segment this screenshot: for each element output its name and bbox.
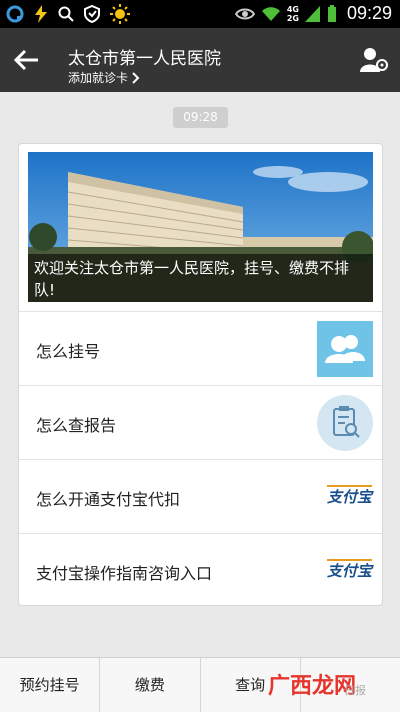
alipay-logo: 支付宝 [326,559,372,581]
battery-icon [327,4,336,22]
tab-payment[interactable]: 缴费 [100,658,201,712]
watermark: 广西龙网 [268,674,357,699]
alipay-logo-text: 支付宝 [326,485,372,506]
tab-appointment[interactable]: 预约挂号 [0,658,101,712]
network-type: 4G 2G [287,5,299,23]
wifi-icon [261,6,280,21]
menu-item-alipay-setup[interactable]: 怎么开通支付宝代扣 支付宝 [19,459,382,533]
chevron-right-icon [132,71,140,84]
signal-icon [304,5,320,22]
nav-bar: 太仓市第一人民医院 添加就诊卡 [0,28,400,92]
menu-item-report[interactable]: 怎么查报告 [19,385,382,459]
profile-settings-icon[interactable] [360,46,388,74]
banner-caption: 欢迎关注太仓市第一人民医院，挂号、缴费不排队! [28,254,373,302]
menu-item-label: 怎么开通支付宝代扣 [36,490,181,509]
user-group-icon [317,321,373,377]
search-icon [58,6,74,22]
add-card-label: 添加就诊卡 [68,71,129,85]
menu-item-alipay-guide[interactable]: 支付宝操作指南咨询入口 支付宝 [19,533,382,605]
add-card-link[interactable]: 添加就诊卡 [68,69,140,86]
sun-icon [110,4,130,24]
alipay-logo: 支付宝 [326,485,372,507]
menu-item-label: 怎么挂号 [36,342,101,361]
menu-item-label: 支付宝操作指南咨询入口 [36,564,213,583]
clipboard-search-icon [317,395,373,451]
article-card: 欢迎关注太仓市第一人民医院，挂号、缴费不排队! 怎么挂号 怎么查报告 怎么开通支… [18,143,383,606]
alipay-logo-text: 支付宝 [326,559,372,580]
hospital-banner[interactable]: 欢迎关注太仓市第一人民医院，挂号、缴费不排队! [28,152,373,302]
status-icons-left [6,4,130,24]
network-4g-label: 4G [286,4,299,14]
back-arrow-icon[interactable] [14,48,40,72]
network-2g-label: 2G [286,13,299,23]
shield-icon [84,5,100,23]
status-icons-right: 4G 2G 09:29 [234,3,392,24]
page-title: 太仓市第一人民医院 [68,49,221,69]
eye-icon [234,8,255,19]
menu-item-register[interactable]: 怎么挂号 [19,311,382,385]
lightning-icon [35,5,47,23]
menu-item-label: 怎么查报告 [36,416,117,435]
message-timestamp: 09:28 [173,107,228,128]
clock: 09:29 [346,3,392,23]
watermark-small: 日报 [344,684,366,697]
app-q-icon [6,5,24,23]
status-bar: 4G 2G 09:29 [0,0,400,28]
